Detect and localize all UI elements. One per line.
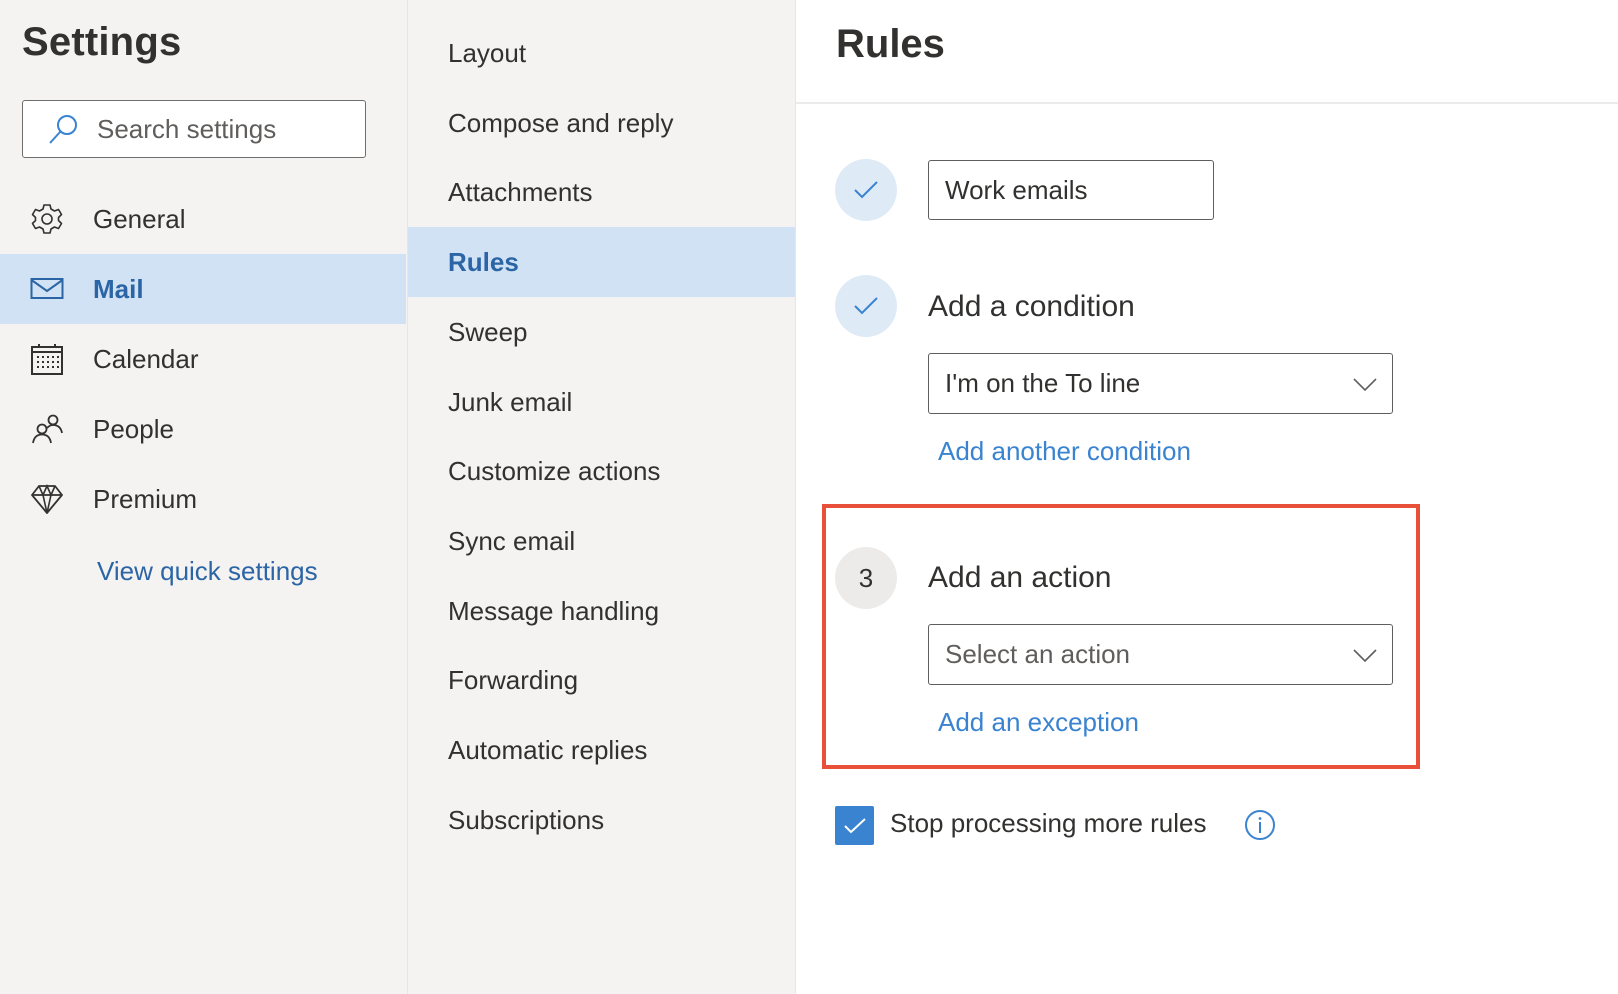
mail-settings-nav: Layout Compose and reply Attachments Rul… — [408, 0, 796, 994]
sidebar-item-calendar[interactable]: Calendar — [0, 324, 406, 394]
mail-nav-sync-email[interactable]: Sync email — [408, 506, 795, 576]
sidebar-item-label: General — [93, 203, 186, 234]
checkmark-icon — [854, 181, 878, 199]
mail-nav-label: Junk email — [448, 386, 573, 417]
mail-nav-label: Subscriptions — [448, 804, 605, 835]
mail-icon — [30, 272, 64, 306]
step-1-complete-indicator — [835, 159, 897, 221]
mail-nav-label: Sync email — [448, 525, 576, 556]
settings-sidebar: Settings General Mail — [0, 0, 408, 994]
stop-processing-checkbox[interactable] — [835, 806, 874, 845]
mail-nav-subscriptions[interactable]: Subscriptions — [408, 785, 795, 855]
search-icon — [49, 115, 77, 144]
mail-nav-forwarding[interactable]: Forwarding — [408, 645, 795, 715]
mail-nav-automatic-replies[interactable]: Automatic replies — [408, 715, 795, 785]
search-settings-input[interactable] — [95, 112, 349, 146]
chevron-down-icon — [1353, 649, 1377, 663]
sidebar-item-people[interactable]: People — [0, 394, 406, 464]
page-title: Rules — [836, 22, 945, 66]
stop-processing-label: Stop processing more rules — [890, 808, 1207, 838]
settings-title: Settings — [22, 20, 182, 64]
step-3-number-indicator: 3 — [835, 547, 897, 609]
mail-nav-rules[interactable]: Rules — [408, 227, 795, 297]
mail-nav-label: Layout — [448, 37, 527, 68]
mail-nav-label: Sweep — [448, 316, 528, 347]
action-dropdown-placeholder: Select an action — [945, 639, 1131, 669]
sidebar-item-mail[interactable]: Mail — [0, 254, 406, 324]
mail-nav-layout[interactable]: Layout — [408, 18, 795, 88]
rule-name-input[interactable] — [928, 160, 1214, 220]
add-action-heading: Add an action — [928, 561, 1112, 594]
mail-nav-label: Customize actions — [448, 455, 661, 486]
sidebar-item-premium[interactable]: Premium — [0, 464, 406, 534]
sidebar-item-label: Calendar — [93, 343, 199, 374]
calendar-icon — [30, 342, 64, 376]
mail-nav-label: Rules — [448, 246, 519, 277]
add-condition-heading: Add a condition — [928, 290, 1135, 323]
condition-dropdown-value: I'm on the To line — [945, 368, 1141, 398]
chevron-down-icon — [1353, 378, 1377, 392]
info-icon[interactable] — [1244, 809, 1276, 841]
mail-nav-label: Message handling — [448, 595, 660, 626]
mail-nav-customize-actions[interactable]: Customize actions — [408, 436, 795, 506]
step-2-complete-indicator — [835, 275, 897, 337]
mail-nav-junk-email[interactable]: Junk email — [408, 367, 795, 437]
checkmark-icon — [843, 817, 866, 833]
sidebar-item-label: Premium — [93, 483, 198, 514]
people-icon — [30, 412, 64, 446]
add-another-condition-link[interactable]: Add another condition — [938, 436, 1191, 467]
mail-nav-label: Compose and reply — [448, 107, 674, 138]
add-exception-link[interactable]: Add an exception — [938, 707, 1139, 738]
action-dropdown[interactable]: Select an action — [928, 624, 1393, 685]
diamond-icon — [30, 482, 64, 516]
checkmark-icon — [854, 297, 878, 315]
mail-nav-compose-and-reply[interactable]: Compose and reply — [408, 88, 795, 158]
mail-nav-attachments[interactable]: Attachments — [408, 157, 795, 227]
rules-panel: Rules Add a condition I'm on the To line… — [796, 0, 1618, 994]
mail-nav-sweep[interactable]: Sweep — [408, 297, 795, 367]
condition-dropdown[interactable]: I'm on the To line — [928, 353, 1393, 414]
mail-nav-label: Automatic replies — [448, 734, 648, 765]
mail-nav-label: Attachments — [448, 176, 593, 207]
view-quick-settings-link[interactable]: View quick settings — [97, 556, 318, 587]
gear-icon — [30, 202, 64, 236]
sidebar-item-label: Mail — [93, 273, 144, 304]
sidebar-item-label: People — [93, 413, 174, 444]
sidebar-item-general[interactable]: General — [0, 184, 406, 254]
header-divider — [796, 102, 1618, 104]
mail-nav-message-handling[interactable]: Message handling — [408, 576, 795, 646]
search-settings-box[interactable] — [22, 100, 366, 158]
mail-nav-label: Forwarding — [448, 664, 579, 695]
